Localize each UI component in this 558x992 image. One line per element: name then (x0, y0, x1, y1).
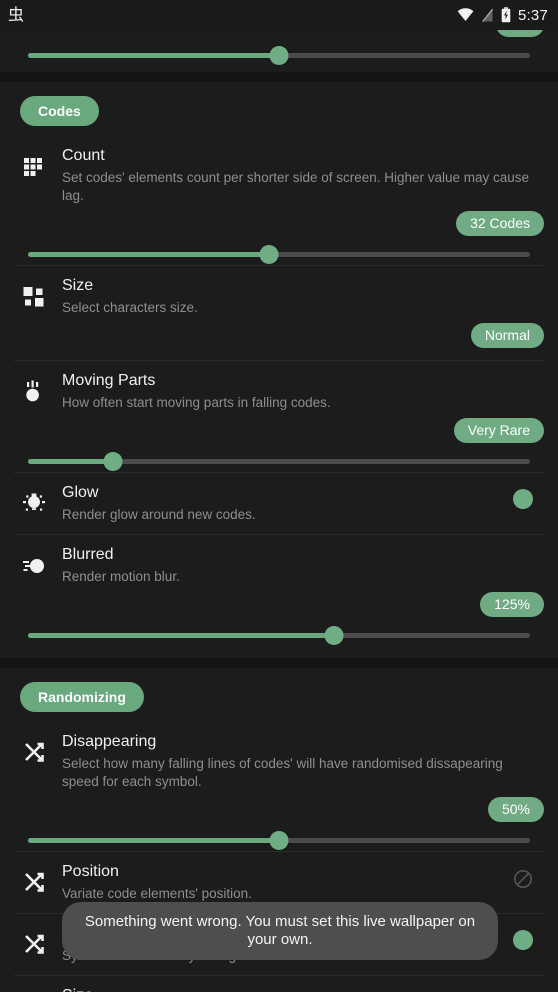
setting-row-glow[interactable]: Glow Render glow around new codes. (0, 473, 558, 534)
battery-charging-icon (501, 7, 511, 23)
section-chip-codes: Codes (20, 96, 99, 126)
section-header: Randomizing (0, 668, 558, 722)
slider-thumb[interactable] (103, 452, 123, 471)
setting-title: Position (62, 863, 119, 880)
value-badge: 125% (480, 592, 544, 617)
count-slider[interactable] (28, 243, 530, 265)
shuffle-icon (18, 928, 52, 962)
section-divider (0, 658, 558, 668)
setting-title: Count (62, 147, 105, 164)
setting-title: Glow (62, 484, 99, 501)
shuffle-icon (18, 736, 52, 770)
blurred-slider[interactable] (28, 624, 530, 646)
settings-screen: 5% Codes (0, 0, 558, 992)
moving-parts-slider[interactable] (28, 450, 530, 472)
top-slider[interactable] (28, 44, 530, 66)
value-badge[interactable]: Normal (470, 323, 544, 348)
setting-subtitle: Variate code elements' position. (62, 886, 252, 901)
toast-message: Something went wrong. You must set this … (62, 902, 498, 960)
value-badge: Very Rare (453, 418, 544, 443)
setting-row-count[interactable]: Count Set codes' elements count per shor… (0, 136, 558, 265)
slider-fill (28, 53, 279, 58)
setting-row-moving-parts[interactable]: Moving Parts How often start moving part… (0, 361, 558, 472)
value-badge: 50% (487, 797, 544, 822)
setting-row-disappearing[interactable]: Disappearing Select how many falling lin… (0, 722, 558, 851)
setting-title: Moving Parts (62, 372, 156, 389)
setting-subtitle: How often start moving parts in falling … (62, 395, 331, 410)
setting-subtitle: Select characters size. (62, 300, 198, 315)
disappearing-slider[interactable] (28, 829, 530, 851)
section-divider (0, 72, 558, 82)
toggle-glow[interactable] (513, 489, 533, 509)
setting-title: Size (62, 984, 494, 992)
lightbulb-glow-icon (18, 487, 52, 521)
section-header: Codes (0, 82, 558, 136)
status-bar: 虫 5:37 (0, 0, 558, 30)
value-badge: 32 Codes (456, 211, 544, 236)
toggle-symbol[interactable] (513, 930, 533, 950)
setting-subtitle: Render motion blur. (62, 569, 180, 584)
motion-blur-icon (18, 549, 52, 583)
signal-off-icon (482, 8, 494, 22)
grid-blocks-icon (18, 150, 52, 184)
moving-parts-icon (18, 375, 52, 409)
setting-title: Size (62, 277, 94, 294)
setting-row-size[interactable]: Size Select characters size. Normal (0, 266, 558, 360)
slider-fill (28, 633, 335, 638)
setting-row-blurred[interactable]: Blurred Render motion blur. 125% (0, 535, 558, 646)
setting-title: Disappearing (62, 733, 157, 750)
slider-thumb[interactable] (269, 46, 289, 65)
setting-row-random-size[interactable]: Size Variate code elements' size. (0, 976, 558, 992)
four-squares-icon (18, 280, 52, 314)
setting-subtitle: Set codes' elements count per shorter si… (62, 170, 530, 203)
bug-glyph-icon: 虫 (8, 5, 25, 24)
setting-subtitle: Select how many falling lines of codes' … (62, 756, 503, 789)
clock-time: 5:37 (518, 6, 548, 24)
setting-title: Blurred (62, 546, 114, 563)
wifi-icon (457, 8, 474, 21)
slider-thumb[interactable] (269, 831, 289, 850)
slider-thumb[interactable] (259, 245, 279, 264)
section-chip-randomizing: Randomizing (20, 682, 144, 712)
slider-thumb[interactable] (324, 626, 344, 645)
slider-fill (28, 838, 279, 843)
shuffle-icon (18, 866, 52, 900)
setting-subtitle: Render glow around new codes. (62, 507, 256, 522)
slider-fill (28, 252, 269, 257)
slider-fill (28, 459, 114, 464)
section-codes: Codes Count Set codes' elements count pe… (0, 82, 558, 646)
disabled-icon[interactable] (512, 868, 534, 890)
